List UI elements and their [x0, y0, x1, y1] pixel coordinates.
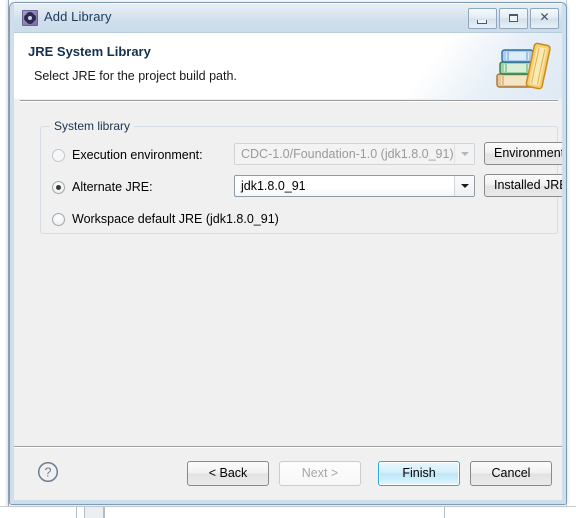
background-tab-divider-1	[76, 507, 77, 518]
books-icon	[496, 42, 551, 90]
execution-environment-row: Execution environment:	[41, 144, 203, 166]
execution-environment-combo-value: CDC-1.0/Foundation-1.0 (jdk1.8.0_91)	[241, 147, 454, 161]
radio-alternate-jre-label: Alternate JRE:	[72, 180, 153, 194]
dialog-header: JRE System Library Select JRE for the pr…	[14, 33, 562, 99]
radio-alternate-jre[interactable]	[52, 180, 65, 194]
close-icon: ✕	[539, 10, 550, 24]
gear-icon	[22, 10, 38, 26]
maximize-button[interactable]	[499, 8, 528, 29]
dialog-body: System library Execution environment: CD…	[14, 102, 566, 446]
cancel-button[interactable]: Cancel	[470, 461, 552, 486]
execution-environment-combo[interactable]: CDC-1.0/Foundation-1.0 (jdk1.8.0_91)	[234, 143, 475, 165]
maximize-icon	[509, 14, 518, 22]
screen: Add Library ✕ JRE System Library Select …	[0, 0, 576, 518]
radio-workspace-default-jre-label: Workspace default JRE (jdk1.8.0_91)	[72, 212, 279, 226]
environments-button[interactable]: Environments...	[484, 142, 566, 165]
help-icon[interactable]: ?	[37, 461, 59, 483]
page-subtitle: Select JRE for the project build path.	[34, 69, 237, 83]
background-tab-divider-3	[444, 507, 445, 518]
chevron-down-icon	[454, 176, 474, 196]
radio-execution-environment[interactable]	[52, 148, 65, 162]
background-tab	[84, 507, 104, 518]
chevron-down-icon	[454, 144, 474, 164]
alternate-jre-combo-value: jdk1.8.0_91	[241, 179, 306, 193]
radio-execution-environment-label: Execution environment:	[72, 148, 203, 162]
workspace-default-jre-row: Workspace default JRE (jdk1.8.0_91)	[41, 208, 279, 230]
alternate-jre-combo[interactable]: jdk1.8.0_91	[234, 175, 475, 197]
background-tab-divider-2	[104, 507, 105, 518]
installed-jres-button[interactable]: Installed JREs...	[484, 174, 566, 197]
dialog-title-bar[interactable]: Add Library ✕	[10, 3, 566, 33]
alternate-jre-row: Alternate JRE:	[41, 176, 153, 198]
system-library-group-label: System library	[50, 119, 135, 133]
next-button: Next >	[279, 461, 361, 486]
system-library-group: System library Execution environment: CD…	[40, 119, 566, 234]
dialog-title: Add Library	[44, 9, 112, 24]
back-button[interactable]: < Back	[187, 461, 269, 486]
close-button[interactable]: ✕	[530, 8, 559, 29]
radio-workspace-default-jre[interactable]	[52, 212, 65, 226]
page-title: JRE System Library	[28, 44, 151, 59]
window-controls: ✕	[468, 8, 559, 29]
svg-text:?: ?	[45, 466, 52, 480]
minimize-icon	[477, 20, 487, 24]
background-right-edge	[566, 0, 576, 518]
finish-button[interactable]: Finish	[378, 461, 460, 486]
minimize-button[interactable]	[468, 8, 497, 29]
add-library-dialog: Add Library ✕ JRE System Library Select …	[9, 2, 567, 505]
dialog-footer: ? < Back Next > Finish Cancel	[14, 448, 562, 502]
